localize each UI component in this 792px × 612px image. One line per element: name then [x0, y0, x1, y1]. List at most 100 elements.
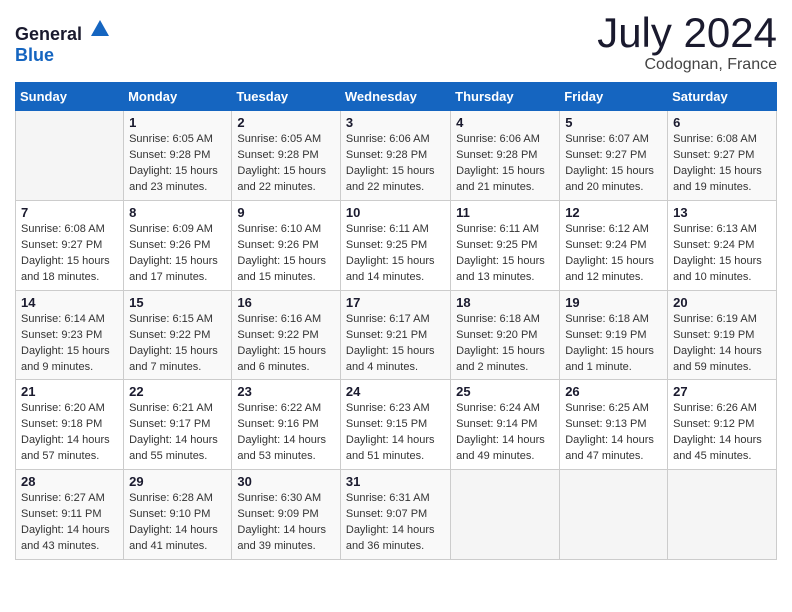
day-number: 12 [565, 205, 662, 220]
calendar-cell: 19Sunrise: 6:18 AMSunset: 9:19 PMDayligh… [560, 290, 668, 380]
day-number: 14 [21, 295, 118, 310]
day-number: 7 [21, 205, 118, 220]
day-number: 16 [237, 295, 335, 310]
logo-general: General [15, 24, 82, 44]
logo-icon [89, 18, 111, 40]
day-number: 27 [673, 384, 771, 399]
calendar-cell: 17 Sunrise: 6:17 AMSunset: 9:21 PMDayligh… [340, 290, 450, 380]
calendar-cell: 9Sunrise: 6:10 AMSunset: 9:26 PMDaylight… [232, 200, 341, 290]
calendar-table: SundayMondayTuesdayWednesdayThursdayFrid… [15, 82, 777, 560]
cell-content: Sunrise: 6:14 AMSunset: 9:23 PMDaylight:… [21, 312, 118, 376]
day-number: 17 [346, 295, 445, 310]
logo-blue: Blue [15, 45, 54, 65]
calendar-cell [16, 111, 124, 201]
calendar-cell: 26 Sunrise: 6:25 AMSunset: 9:13 PMDayligh… [560, 380, 668, 470]
month-title: July 2024 [597, 10, 777, 56]
cell-content: Sunrise: 6:23 AMSunset: 9:15 PMDaylight:… [346, 401, 445, 465]
calendar-cell: 13 Sunrise: 6:13 AMSunset: 9:24 PMDayligh… [668, 200, 777, 290]
day-number: 18 [456, 295, 554, 310]
cell-content: Sunrise: 6:11 AMSunset: 9:25 PMDaylight:… [346, 222, 445, 286]
cell-content: Sunrise: 6:11 AMSunset: 9:25 PMDaylight:… [456, 222, 554, 286]
day-number: 31 [346, 474, 445, 489]
calendar-cell: 21 Sunrise: 6:20 AMSunset: 9:18 PMDayligh… [16, 380, 124, 470]
cell-content: Sunrise: 6:17 AMSunset: 9:21 PMDaylight:… [346, 312, 445, 376]
calendar-cell: 4Sunrise: 6:06 AMSunset: 9:28 PMDaylight… [451, 111, 560, 201]
week-row-1: 1 Sunrise: 6:05 AMSunset: 9:28 PMDaylight… [16, 111, 777, 201]
calendar-cell: 20 Sunrise: 6:19 AMSunset: 9:19 PMDayligh… [668, 290, 777, 380]
day-number: 30 [237, 474, 335, 489]
day-number: 8 [129, 205, 226, 220]
cell-content: Sunrise: 6:08 AMSunset: 9:27 PMDaylight:… [21, 222, 118, 286]
weekday-header-thursday: Thursday [451, 83, 560, 111]
week-row-3: 14 Sunrise: 6:14 AMSunset: 9:23 PMDayligh… [16, 290, 777, 380]
calendar-cell: 15 Sunrise: 6:15 AMSunset: 9:22 PMDayligh… [124, 290, 232, 380]
location-title: Codognan, France [597, 56, 777, 74]
header: General Blue July 2024 Codognan, France [15, 10, 777, 74]
calendar-cell: 2 Sunrise: 6:05 AMSunset: 9:28 PMDaylight… [232, 111, 341, 201]
calendar-cell [451, 470, 560, 560]
calendar-cell: 25 Sunrise: 6:24 AMSunset: 9:14 PMDayligh… [451, 380, 560, 470]
logo: General Blue [15, 18, 111, 66]
cell-content: Sunrise: 6:15 AMSunset: 9:22 PMDaylight:… [129, 312, 226, 376]
day-number: 2 [237, 115, 335, 130]
cell-content: Sunrise: 6:22 AMSunset: 9:16 PMDaylight:… [237, 401, 335, 465]
day-number: 15 [129, 295, 226, 310]
title-area: July 2024 Codognan, France [597, 10, 777, 74]
weekday-header-monday: Monday [124, 83, 232, 111]
calendar-cell: 22 Sunrise: 6:21 AMSunset: 9:17 PMDayligh… [124, 380, 232, 470]
day-number: 23 [237, 384, 335, 399]
day-number: 25 [456, 384, 554, 399]
day-number: 22 [129, 384, 226, 399]
cell-content: Sunrise: 6:09 AMSunset: 9:26 PMDaylight:… [129, 222, 226, 286]
calendar-cell: 29Sunrise: 6:28 AMSunset: 9:10 PMDayligh… [124, 470, 232, 560]
cell-content: Sunrise: 6:31 AMSunset: 9:07 PMDaylight:… [346, 491, 445, 555]
cell-content: Sunrise: 6:25 AMSunset: 9:13 PMDaylight:… [565, 401, 662, 465]
cell-content: Sunrise: 6:08 AMSunset: 9:27 PMDaylight:… [673, 132, 771, 196]
day-number: 10 [346, 205, 445, 220]
cell-content: Sunrise: 6:28 AMSunset: 9:10 PMDaylight:… [129, 491, 226, 555]
day-number: 20 [673, 295, 771, 310]
calendar-cell: 5 Sunrise: 6:07 AMSunset: 9:27 PMDaylight… [560, 111, 668, 201]
day-number: 3 [346, 115, 445, 130]
calendar-cell: 10 Sunrise: 6:11 AMSunset: 9:25 PMDayligh… [340, 200, 450, 290]
cell-content: Sunrise: 6:07 AMSunset: 9:27 PMDaylight:… [565, 132, 662, 196]
calendar-cell: 14 Sunrise: 6:14 AMSunset: 9:23 PMDayligh… [16, 290, 124, 380]
weekday-header-row: SundayMondayTuesdayWednesdayThursdayFrid… [16, 83, 777, 111]
day-number: 13 [673, 205, 771, 220]
cell-content: Sunrise: 6:10 AMSunset: 9:26 PMDaylight:… [237, 222, 335, 286]
cell-content: Sunrise: 6:26 AMSunset: 9:12 PMDaylight:… [673, 401, 771, 465]
cell-content: Sunrise: 6:05 AMSunset: 9:28 PMDaylight:… [237, 132, 335, 196]
calendar-cell: 31 Sunrise: 6:31 AMSunset: 9:07 PMDayligh… [340, 470, 450, 560]
cell-content: Sunrise: 6:13 AMSunset: 9:24 PMDaylight:… [673, 222, 771, 286]
day-number: 26 [565, 384, 662, 399]
calendar-cell: 28Sunrise: 6:27 AMSunset: 9:11 PMDayligh… [16, 470, 124, 560]
cell-content: Sunrise: 6:19 AMSunset: 9:19 PMDaylight:… [673, 312, 771, 376]
cell-content: Sunrise: 6:20 AMSunset: 9:18 PMDaylight:… [21, 401, 118, 465]
cell-content: Sunrise: 6:16 AMSunset: 9:22 PMDaylight:… [237, 312, 335, 376]
weekday-header-wednesday: Wednesday [340, 83, 450, 111]
cell-content: Sunrise: 6:05 AMSunset: 9:28 PMDaylight:… [129, 132, 226, 196]
day-number: 1 [129, 115, 226, 130]
calendar-cell: 27 Sunrise: 6:26 AMSunset: 9:12 PMDayligh… [668, 380, 777, 470]
cell-content: Sunrise: 6:18 AMSunset: 9:20 PMDaylight:… [456, 312, 554, 376]
weekday-header-friday: Friday [560, 83, 668, 111]
day-number: 5 [565, 115, 662, 130]
cell-content: Sunrise: 6:30 AMSunset: 9:09 PMDaylight:… [237, 491, 335, 555]
calendar-cell: 3 Sunrise: 6:06 AMSunset: 9:28 PMDaylight… [340, 111, 450, 201]
day-number: 21 [21, 384, 118, 399]
calendar-cell [560, 470, 668, 560]
calendar-cell: 16 Sunrise: 6:16 AMSunset: 9:22 PMDayligh… [232, 290, 341, 380]
week-row-2: 7 Sunrise: 6:08 AMSunset: 9:27 PMDaylight… [16, 200, 777, 290]
calendar-cell: 12Sunrise: 6:12 AMSunset: 9:24 PMDayligh… [560, 200, 668, 290]
cell-content: Sunrise: 6:24 AMSunset: 9:14 PMDaylight:… [456, 401, 554, 465]
calendar-cell: 24 Sunrise: 6:23 AMSunset: 9:15 PMDayligh… [340, 380, 450, 470]
calendar-cell: 8 Sunrise: 6:09 AMSunset: 9:26 PMDaylight… [124, 200, 232, 290]
day-number: 24 [346, 384, 445, 399]
day-number: 19 [565, 295, 662, 310]
calendar-cell: 11Sunrise: 6:11 AMSunset: 9:25 PMDayligh… [451, 200, 560, 290]
day-number: 6 [673, 115, 771, 130]
cell-content: Sunrise: 6:21 AMSunset: 9:17 PMDaylight:… [129, 401, 226, 465]
cell-content: Sunrise: 6:06 AMSunset: 9:28 PMDaylight:… [346, 132, 445, 196]
calendar-cell: 18 Sunrise: 6:18 AMSunset: 9:20 PMDayligh… [451, 290, 560, 380]
calendar-cell [668, 470, 777, 560]
